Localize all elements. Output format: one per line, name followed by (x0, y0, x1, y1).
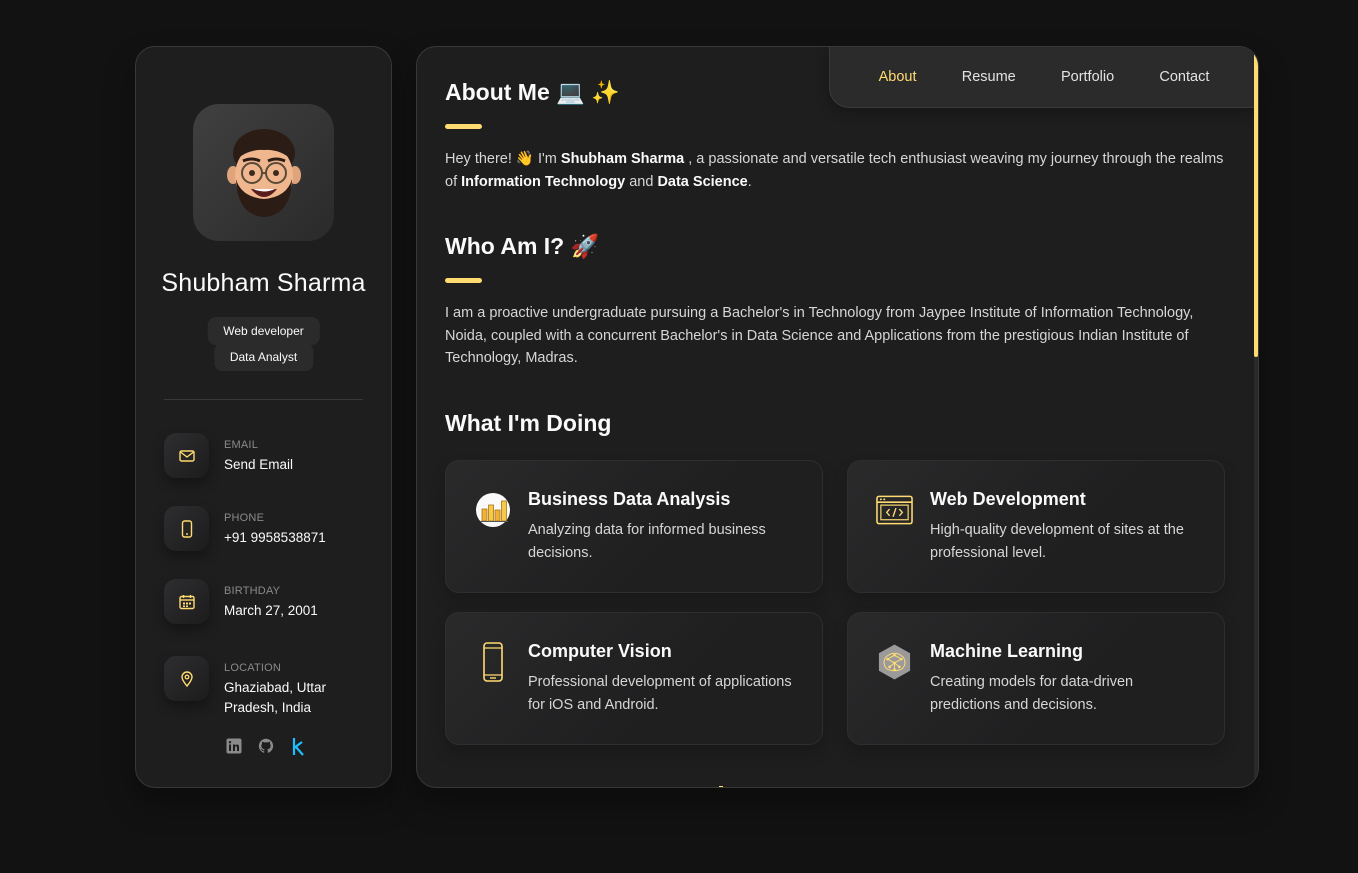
contact-item-birthday: Birthday March 27, 2001 (164, 579, 374, 624)
service-desc: Creating models for data-driven predicti… (930, 674, 1134, 713)
contact-item-phone: Phone +91 9958538871 (164, 506, 374, 551)
intro-ds: Data Science (657, 173, 748, 190)
contact-label: Birthday (224, 585, 281, 597)
social-links (225, 737, 306, 756)
about-heading: About Me 💻 ✨ (445, 79, 620, 105)
scrollbar-thumb[interactable] (1254, 47, 1258, 357)
service-title: Business Data Analysis (528, 489, 731, 509)
about-intro: Hey there! 👋 I'm Shubham Sharma , a pass… (445, 148, 1230, 193)
main-panel: About Resume Portfolio Contact About Me … (416, 46, 1259, 788)
intro-name: Shubham Sharma (560, 151, 685, 167)
profile-sidebar: Shubham Sharma Web developer Data Analys… (135, 46, 392, 788)
nav-portfolio[interactable]: Portfolio (1061, 69, 1114, 85)
intro-text: Hey there! 👋 I'm (445, 151, 561, 167)
mobile-phone-icon (474, 641, 511, 682)
who-heading: Who Am I? 🚀 (445, 233, 600, 259)
linkedin-icon[interactable] (225, 737, 242, 754)
calendar-icon (164, 579, 209, 624)
navbar: About Resume Portfolio Contact (829, 47, 1258, 108)
service-card: Computer Vision Professional development… (445, 612, 823, 745)
service-card: Business Data Analysis Analyzing data fo… (445, 460, 823, 593)
service-desc: High-quality development of sites at the… (930, 522, 1184, 561)
mail-icon (164, 433, 209, 478)
contact-label: Phone (224, 512, 265, 524)
nav-contact[interactable]: Contact (1159, 69, 1209, 85)
service-desc: Analyzing data for informed business dec… (528, 522, 766, 561)
service-title: Web Development (930, 489, 1086, 509)
github-icon[interactable] (257, 737, 274, 754)
contact-item-location: Location Ghaziabad, Uttar Pradesh, India (164, 656, 374, 718)
neural-network-icon (876, 643, 913, 680)
phone-icon (164, 506, 209, 551)
next-section-heading-cutoff (457, 780, 757, 787)
location-pin-icon (164, 656, 209, 701)
intro-text: and (625, 173, 658, 190)
code-window-icon (876, 491, 913, 528)
email-link[interactable]: Send Email (224, 455, 344, 475)
service-desc: Professional development of applications… (528, 674, 792, 713)
service-title: Computer Vision (528, 641, 672, 661)
intro-text: . (747, 173, 752, 190)
intro-it: Information Technology (461, 173, 626, 190)
heading-underline (445, 124, 482, 129)
memoji-avatar-icon (226, 128, 301, 217)
doing-heading: What I'm Doing (445, 410, 612, 436)
birthday-value: March 27, 2001 (224, 603, 318, 618)
bar-chart-icon (474, 491, 511, 528)
sidebar-separator (164, 399, 363, 400)
heading-underline (445, 278, 482, 283)
contact-label: Email (224, 439, 259, 451)
kaggle-icon[interactable] (289, 737, 306, 756)
contact-label: Location (224, 662, 282, 674)
location-value: Ghaziabad, Uttar Pradesh, India (224, 680, 327, 715)
nav-about[interactable]: About (879, 69, 917, 85)
who-text: I am a proactive undergraduate pursuing … (445, 305, 1194, 366)
avatar (193, 104, 334, 241)
contact-item-email: Email Send Email (164, 433, 374, 478)
scrollbar[interactable] (1254, 47, 1258, 787)
service-card: Web Development High-quality development… (847, 460, 1225, 593)
profile-name: Shubham Sharma (161, 269, 366, 297)
title-badge: Web developer (207, 317, 320, 345)
phone-link[interactable]: +91 9958538871 (224, 528, 344, 548)
title-badge: Data Analyst (213, 343, 314, 371)
nav-resume[interactable]: Resume (962, 69, 1016, 85)
service-card: Machine Learning Creating models for dat… (847, 612, 1225, 745)
service-title: Machine Learning (930, 641, 1084, 661)
